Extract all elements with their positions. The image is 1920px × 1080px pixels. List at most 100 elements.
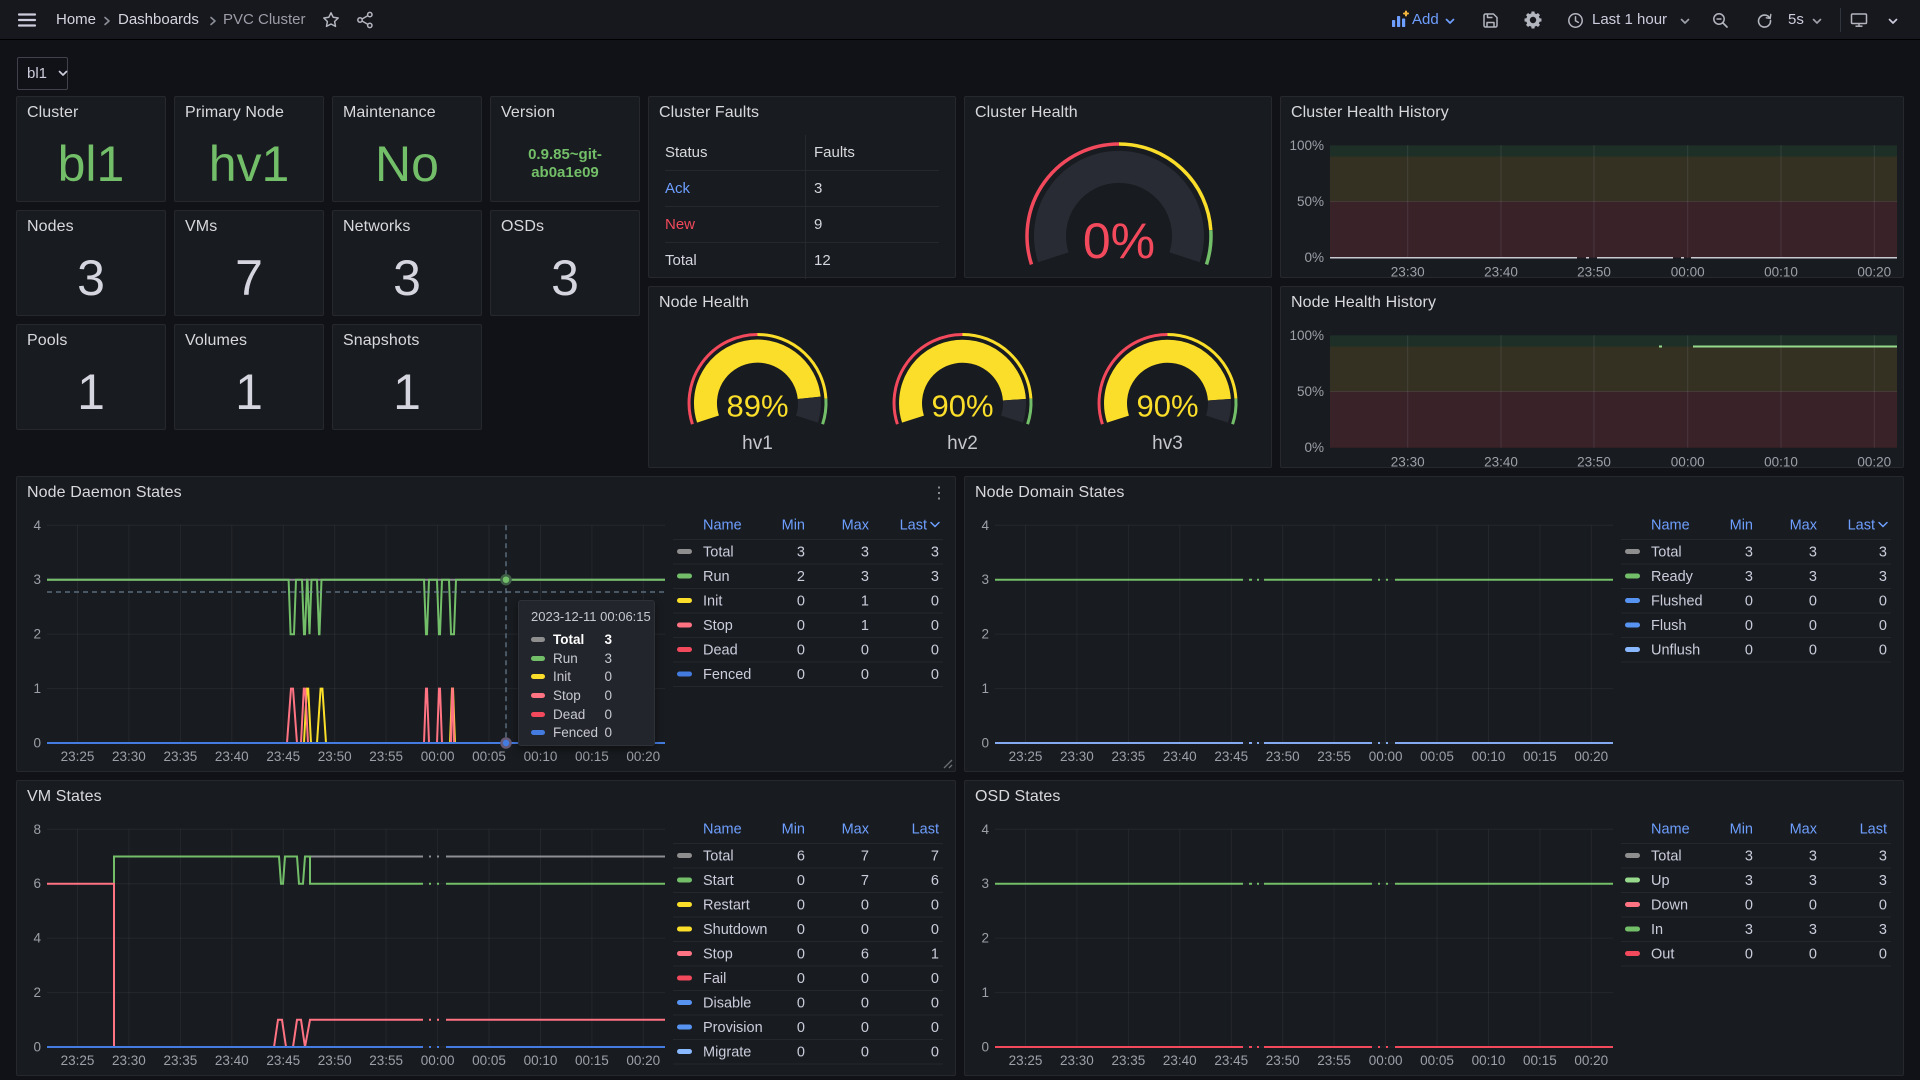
svg-text:0: 0 (931, 898, 939, 914)
svg-text:2: 2 (981, 931, 989, 946)
svg-text:0%: 0% (1304, 440, 1324, 455)
svg-text:Total: Total (703, 545, 734, 561)
svg-text:4: 4 (981, 518, 989, 533)
svg-text:0: 0 (1879, 643, 1887, 659)
svg-text:23:30: 23:30 (1060, 1053, 1094, 1068)
svg-text:Name: Name (1651, 518, 1690, 534)
svg-text:1: 1 (33, 681, 41, 696)
svg-text:0: 0 (931, 643, 939, 659)
svg-text:3: 3 (1745, 545, 1753, 561)
svg-text:hv3: hv3 (1152, 433, 1183, 454)
svg-text:00:20: 00:20 (1857, 265, 1891, 279)
svg-text:0: 0 (861, 643, 869, 659)
svg-text:Max: Max (1790, 518, 1818, 534)
svg-text:8: 8 (33, 822, 41, 837)
svg-text:3: 3 (1879, 922, 1887, 938)
svg-text:00:10: 00:10 (1472, 1053, 1506, 1068)
svg-text:0: 0 (931, 971, 939, 987)
svg-text:23:25: 23:25 (61, 749, 95, 764)
svg-text:Min: Min (1730, 822, 1753, 838)
svg-text:Disable: Disable (703, 996, 751, 1012)
svg-text:3: 3 (1809, 873, 1817, 889)
svg-text:23:55: 23:55 (369, 1053, 403, 1068)
svg-text:0: 0 (861, 1020, 869, 1036)
svg-text:3: 3 (1809, 569, 1817, 585)
svg-text:89%: 89% (726, 389, 788, 424)
svg-text:3: 3 (1809, 545, 1817, 561)
svg-text:90%: 90% (931, 389, 993, 424)
svg-text:0: 0 (1809, 898, 1817, 914)
svg-text:0: 0 (33, 1040, 41, 1055)
svg-text:Last: Last (900, 518, 927, 534)
svg-text:7: 7 (861, 873, 869, 889)
svg-text:Last: Last (912, 822, 939, 838)
svg-text:2: 2 (33, 627, 41, 642)
svg-text:0: 0 (797, 873, 805, 889)
svg-text:23:50: 23:50 (1577, 455, 1611, 469)
svg-text:3: 3 (1879, 569, 1887, 585)
svg-text:00:15: 00:15 (1523, 1053, 1557, 1068)
svg-text:In: In (1651, 922, 1663, 938)
svg-text:00:20: 00:20 (626, 1053, 660, 1068)
svg-text:0: 0 (931, 667, 939, 683)
svg-text:00:00: 00:00 (421, 1053, 455, 1068)
svg-text:0: 0 (1809, 643, 1817, 659)
svg-text:0: 0 (931, 1020, 939, 1036)
svg-text:00:20: 00:20 (1857, 455, 1891, 469)
svg-text:3: 3 (1809, 849, 1817, 865)
svg-text:Min: Min (1730, 518, 1753, 534)
svg-text:0: 0 (931, 618, 939, 634)
svg-text:0: 0 (1879, 947, 1887, 963)
svg-text:0: 0 (861, 971, 869, 987)
svg-text:3: 3 (1745, 873, 1753, 889)
svg-text:23:50: 23:50 (1266, 1053, 1300, 1068)
svg-text:23:45: 23:45 (266, 749, 300, 764)
svg-text:23:45: 23:45 (1214, 749, 1248, 764)
svg-text:3: 3 (981, 572, 989, 587)
svg-text:6: 6 (797, 849, 805, 865)
svg-text:Shutdown: Shutdown (703, 922, 768, 938)
svg-text:Max: Max (842, 822, 870, 838)
svg-text:0: 0 (861, 922, 869, 938)
svg-text:0: 0 (1879, 594, 1887, 610)
svg-text:6: 6 (33, 876, 41, 891)
svg-text:Up: Up (1651, 873, 1670, 889)
svg-text:Total: Total (1651, 545, 1682, 561)
svg-text:3: 3 (981, 876, 989, 891)
svg-text:23:35: 23:35 (1112, 1053, 1146, 1068)
svg-text:23:55: 23:55 (1317, 1053, 1351, 1068)
svg-text:7: 7 (861, 849, 869, 865)
svg-text:1: 1 (931, 947, 939, 963)
svg-text:3: 3 (33, 572, 41, 587)
svg-text:0%: 0% (1304, 250, 1324, 265)
svg-text:Out: Out (1651, 947, 1674, 963)
svg-text:2: 2 (797, 569, 805, 585)
svg-text:3: 3 (1745, 569, 1753, 585)
svg-text:3: 3 (1879, 545, 1887, 561)
svg-text:0: 0 (861, 898, 869, 914)
svg-text:0: 0 (1745, 618, 1753, 634)
svg-text:Fenced: Fenced (703, 667, 751, 683)
svg-text:00:20: 00:20 (626, 749, 660, 764)
svg-text:00:05: 00:05 (472, 1053, 506, 1068)
svg-text:0: 0 (931, 996, 939, 1012)
svg-text:0: 0 (797, 898, 805, 914)
svg-text:Fail: Fail (703, 971, 726, 987)
svg-text:50%: 50% (1297, 194, 1324, 209)
svg-text:23:30: 23:30 (1060, 749, 1094, 764)
svg-text:1: 1 (981, 985, 989, 1000)
svg-text:Init: Init (703, 594, 722, 610)
svg-text:1: 1 (861, 618, 869, 634)
svg-text:2: 2 (981, 627, 989, 642)
svg-text:Dead: Dead (703, 643, 738, 659)
svg-text:Last: Last (1848, 518, 1875, 534)
svg-text:00:00: 00:00 (1671, 265, 1705, 279)
svg-text:23:30: 23:30 (1391, 455, 1425, 469)
svg-text:00:15: 00:15 (1523, 749, 1557, 764)
svg-text:00:05: 00:05 (472, 749, 506, 764)
svg-text:00:10: 00:10 (524, 749, 558, 764)
svg-text:00:10: 00:10 (1472, 749, 1506, 764)
svg-text:0: 0 (1879, 618, 1887, 634)
svg-text:0: 0 (797, 971, 805, 987)
svg-text:0: 0 (797, 922, 805, 938)
